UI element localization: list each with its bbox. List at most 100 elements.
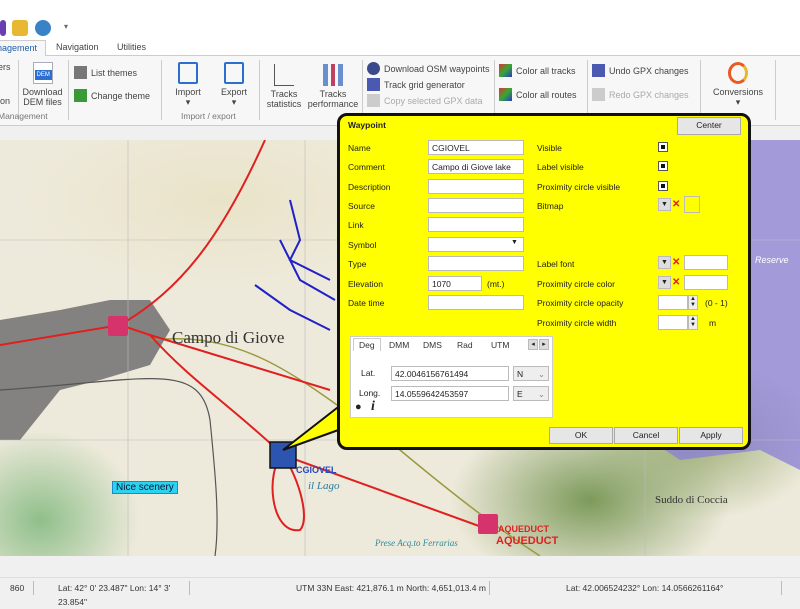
prox-color-label: Proximity circle color [537,279,615,289]
map-label-cgiovel[interactable]: CGIOVEL [296,465,337,475]
map-label-aqueduct[interactable]: AQUEDUCT [498,524,549,534]
import-icon [178,62,198,84]
download-dem-label: Download DEM files [22,87,63,107]
layers-button[interactable]: ers [0,62,11,72]
prox-opacity-input[interactable] [658,295,688,310]
symbol-select[interactable] [428,237,524,252]
option-button[interactable]: ion [0,96,10,106]
apply-button[interactable]: Apply [679,427,743,444]
link-input[interactable] [428,217,524,232]
comment-input[interactable]: Campo di Giove lake [428,159,524,174]
long-input[interactable]: 14.0559642453597 [391,386,509,401]
chevron-down-icon[interactable]: ▼ [511,239,518,246]
undo-button[interactable]: Undo GPX changes [592,64,689,77]
elevation-input[interactable]: 1070 [428,276,482,291]
tracks-performance-button[interactable]: Tracks performance [306,64,360,109]
width-unit: m [709,318,717,328]
layers-label: ers [0,62,11,72]
bitmap-label: Bitmap [537,201,564,211]
source-input[interactable] [428,198,524,213]
label-visible-label: Label visible [537,162,584,172]
bar-chart-icon [323,64,343,86]
description-input[interactable] [428,179,524,194]
map-label-aqueduct-2[interactable]: AQUEDUCT [496,535,558,547]
aqueduct-flag-icon[interactable] [478,514,498,534]
type-input[interactable] [428,256,524,271]
prox-color-preview [684,275,728,290]
prox-color-dropdown-icon[interactable]: ▼ [658,276,671,289]
tab-scroll-left-icon[interactable]: ◂ [528,339,538,350]
copy-icon [367,94,380,107]
tab-utm[interactable]: UTM [491,340,509,350]
open-folder-icon[interactable] [12,20,28,36]
route-lines [254,199,336,331]
type-label: Type [348,259,367,269]
name-input[interactable]: CGIOVEL [428,140,524,155]
status-deg: Lat: 42.006524232° Lon: 14.0566261164° [560,581,782,595]
label-font-preview [684,255,728,270]
map-label-reserve: Reserve [755,255,789,265]
dem-file-icon: DEM [32,62,53,84]
locate-icon[interactable]: ● [355,401,362,413]
tab-dmm[interactable]: DMM [389,340,409,350]
ok-button[interactable]: OK [549,427,613,444]
osm-search-icon [367,62,380,75]
bitmap-clear-icon[interactable]: ✕ [672,198,683,211]
cancel-button[interactable]: Cancel [614,427,678,444]
tab-dms[interactable]: DMS [423,340,442,350]
visible-checkbox[interactable] [658,142,668,152]
tab-deg[interactable]: Deg [353,338,381,351]
conversions-button[interactable]: Conversions ▾ [706,62,770,107]
source-label: Source [348,201,375,211]
color-tracks-icon [499,64,512,77]
label-font-label: Label font [537,259,575,269]
gear-icon[interactable] [35,20,51,36]
change-theme-icon [74,89,87,102]
change-theme-button[interactable]: Change theme [74,89,150,102]
color-tracks-button[interactable]: Color all tracks [499,64,576,77]
tab-navigation[interactable]: Navigation [56,42,99,52]
prox-width-input[interactable] [658,315,688,330]
tab-management[interactable]: Management [0,40,46,56]
track-grid-button[interactable]: Track grid generator [367,78,465,91]
lat-hemisphere-select[interactable]: N ⌄ [513,366,549,381]
label-font-clear-icon[interactable]: ✕ [672,256,683,269]
tracks-statistics-button[interactable]: Tracks statistics [264,64,304,109]
app-icon[interactable] [0,20,6,36]
long-hemisphere-select[interactable]: E ⌄ [513,386,549,401]
datetime-input[interactable] [428,295,524,310]
copy-gpx-button[interactable]: Copy selected GPX data [367,94,483,107]
width-spinner[interactable]: ▲ ▼ [688,315,698,330]
name-label: Name [348,143,371,153]
map-label-nice-scenery[interactable]: Nice scenery [112,481,178,494]
info-icon[interactable]: i [371,399,375,415]
opacity-range: (0 - 1) [705,298,728,308]
prox-color-clear-icon[interactable]: ✕ [672,276,683,289]
download-osm-button[interactable]: Download OSM waypoints [367,62,490,75]
color-routes-button[interactable]: Color all routes [499,88,577,101]
lat-label: Lat. [361,368,376,378]
label-visible-checkbox[interactable] [658,161,668,171]
download-dem-button[interactable]: DEM Download DEM files [20,62,65,107]
description-label: Description [348,182,391,192]
prox-visible-checkbox[interactable] [658,181,668,191]
ribbon-tabs: Management Navigation Utilities [0,40,800,56]
label-font-dropdown-icon[interactable]: ▼ [658,256,671,269]
lat-input[interactable]: 42.0046156761494 [391,366,509,381]
management-group-label: Management [0,111,48,121]
waypoint-flag-icon[interactable] [108,316,128,336]
opacity-spinner[interactable]: ▲ ▼ [688,295,698,310]
import-button[interactable]: Import ▾ [170,62,206,107]
list-themes-button[interactable]: List themes [74,66,137,79]
export-button[interactable]: Export ▾ [216,62,252,107]
export-icon [224,62,244,84]
prox-visible-label: Proximity circle visible [537,182,621,192]
customize-toolbar-icon[interactable]: ▾ [64,22,68,31]
dialog-title: Waypoint [348,120,386,130]
tab-utilities[interactable]: Utilities [117,42,146,52]
tab-scroll-right-icon[interactable]: ▸ [539,339,549,350]
center-button[interactable]: Center [677,117,741,135]
bitmap-dropdown-icon[interactable]: ▼ [658,198,671,211]
tab-rad[interactable]: Rad [457,340,473,350]
redo-button[interactable]: Redo GPX changes [592,88,689,101]
